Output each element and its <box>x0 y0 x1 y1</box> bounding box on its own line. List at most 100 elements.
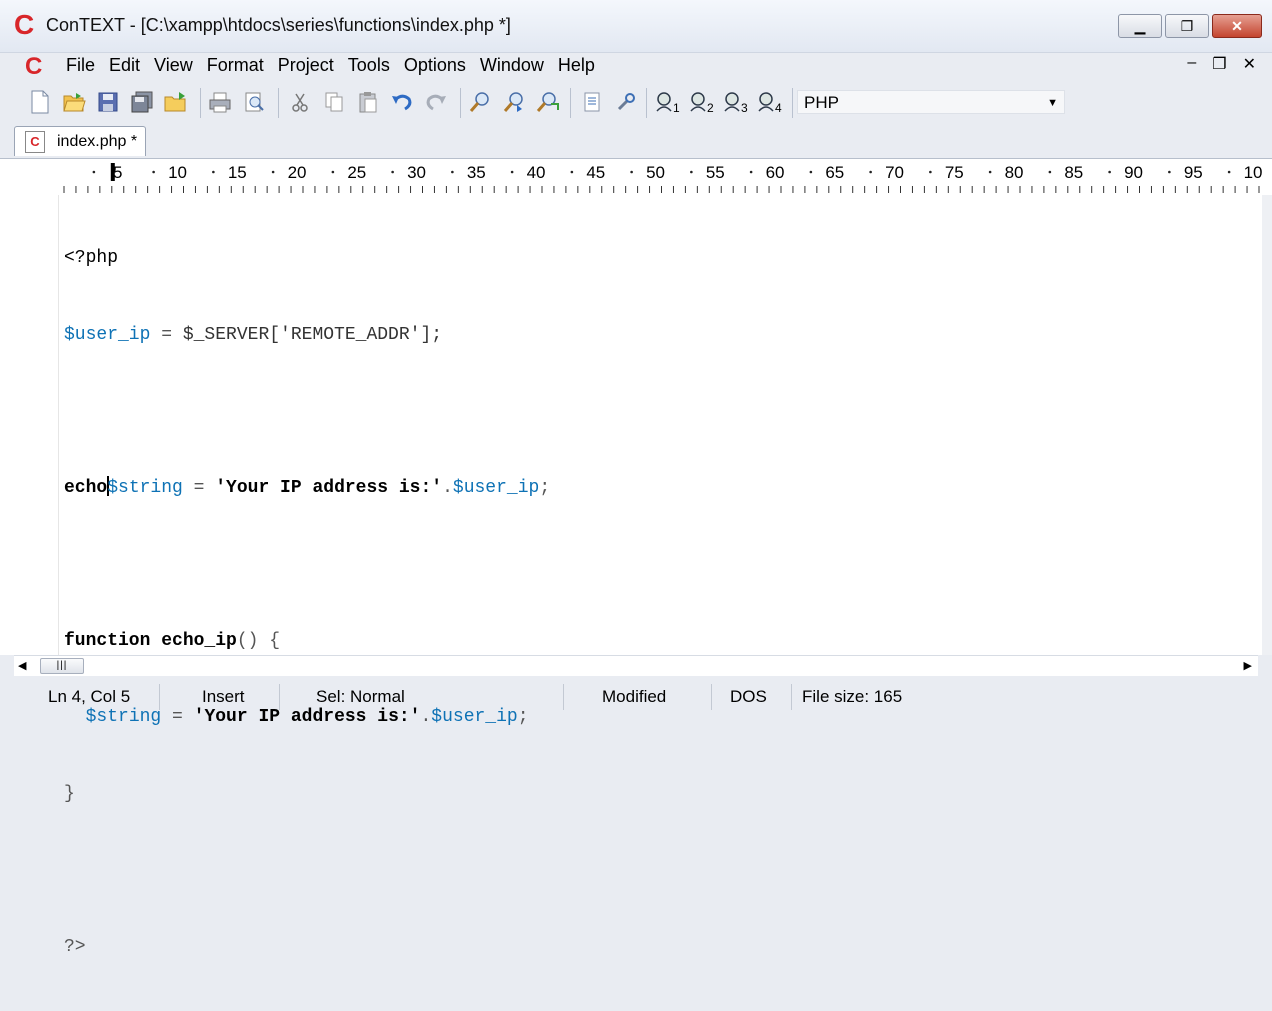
app-logo-icon: C <box>14 9 35 40</box>
ruler-dot <box>988 170 992 174</box>
ruler-dot <box>451 170 454 174</box>
menu-view[interactable]: View <box>147 54 200 76</box>
ruler-label: 40 <box>527 163 546 182</box>
status-line-endings[interactable]: DOS <box>712 684 792 710</box>
mdi-minimize-button[interactable]: – <box>1187 54 1196 74</box>
title-bar: C ConTEXT - [C:\xampp\htdocs\series\func… <box>0 0 1272 53</box>
new-file-icon[interactable] <box>26 88 54 116</box>
document-logo-icon[interactable]: C <box>25 53 42 81</box>
print-icon[interactable] <box>206 88 234 116</box>
save-icon[interactable] <box>94 88 122 116</box>
status-insert-mode[interactable]: Insert <box>160 684 280 710</box>
chevron-down-icon: ▼ <box>1047 97 1058 109</box>
php-file-icon: C <box>25 131 45 153</box>
maximize-icon: ❐ <box>1180 17 1194 34</box>
file-tool-group <box>26 88 190 116</box>
minimize-button[interactable]: ▁ <box>1118 14 1162 38</box>
menu-file[interactable]: File <box>59 54 102 76</box>
svg-text:2: 2 <box>707 101 714 114</box>
menu-window[interactable]: Window <box>473 54 551 76</box>
svg-text:1: 1 <box>673 101 680 114</box>
code-line-1: <?php <box>64 248 119 268</box>
code-line-2: $user_ip = $_SERVER['REMOTE_ADDR']; <box>64 324 443 345</box>
open-folder-alt-icon[interactable] <box>162 88 190 116</box>
replace-icon[interactable] <box>534 88 562 116</box>
tab-label: index.php * <box>57 133 138 150</box>
user-exec-4-icon[interactable]: 4 <box>756 88 784 116</box>
ruler-dot <box>809 170 813 174</box>
ruler-dot <box>212 170 215 174</box>
user-exec-tool-group: 1 2 3 4 <box>654 88 784 116</box>
scroll-left-icon[interactable]: ◀ <box>18 659 26 672</box>
scroll-right-icon[interactable]: ▶ <box>1244 659 1252 672</box>
open-folder-icon[interactable] <box>60 88 88 116</box>
ruler-dot <box>630 170 633 174</box>
ruler-dot <box>1227 170 1231 174</box>
ruler-dot <box>1168 170 1171 174</box>
window-title: ConTEXT - [C:\xampp\htdocs\series\functi… <box>46 15 511 35</box>
horizontal-scrollbar[interactable]: ◀ ||| ▶ <box>14 655 1258 676</box>
find-icon[interactable] <box>466 88 494 116</box>
ruler-label: 75 <box>945 163 964 182</box>
menu-project[interactable]: Project <box>271 54 341 76</box>
mdi-close-button[interactable]: ✕ <box>1243 54 1256 74</box>
save-all-icon[interactable] <box>128 88 156 116</box>
tab-index-php[interactable]: C index.php * <box>14 126 146 156</box>
user-exec-1-icon[interactable]: 1 <box>654 88 682 116</box>
menu-options[interactable]: Options <box>397 54 473 76</box>
menu-help[interactable]: Help <box>551 54 602 76</box>
find-next-icon[interactable] <box>500 88 528 116</box>
svg-text:3: 3 <box>741 101 748 114</box>
ruler-label: 90 <box>1124 163 1143 182</box>
vertical-scroll-area[interactable] <box>1262 195 1272 655</box>
redo-icon[interactable] <box>422 88 450 116</box>
ruler-dot <box>690 170 693 174</box>
print-tool-group <box>206 88 268 116</box>
toolbar-separator <box>278 88 279 118</box>
copy-icon[interactable] <box>320 88 348 116</box>
code-editor[interactable]: <?php $user_ip = $_SERVER['REMOTE_ADDR']… <box>0 195 1262 957</box>
code-line-6: function echo_ip() { <box>64 630 281 651</box>
maximize-button[interactable]: ❐ <box>1165 14 1209 38</box>
ruler-label: 50 <box>646 163 665 182</box>
ruler-dot <box>152 170 155 174</box>
tab-strip: C index.php * <box>0 124 1272 158</box>
undo-icon[interactable] <box>388 88 416 116</box>
window-controls: ▁ ❐ ✕ <box>1118 14 1262 38</box>
mdi-restore-button[interactable]: ❐ <box>1212 54 1226 74</box>
ruler-dot <box>271 170 275 174</box>
cut-icon[interactable] <box>286 88 314 116</box>
toolbar-separator <box>570 88 571 118</box>
language-value: PHP <box>804 93 839 112</box>
ruler-label: 30 <box>407 163 426 182</box>
mdi-controls: – ❐ ✕ <box>1187 54 1256 74</box>
column-ruler: 5 10 15 20 25 30 35 40 45 50 55 60 65 70 75 80 85 90 95 10 <box>0 158 1272 196</box>
menu-bar: C File Edit View Format Project Tools Op… <box>0 52 1272 81</box>
ruler-graphic: 5 10 15 20 25 30 35 40 45 50 55 60 65 70 75 80 85 90 95 10 <box>63 163 1262 193</box>
code-text[interactable]: <?php $user_ip = $_SERVER['REMOTE_ADDR']… <box>64 195 550 1011</box>
tools-icon[interactable] <box>612 88 640 116</box>
toolbar-separator <box>200 88 201 118</box>
close-button[interactable]: ✕ <box>1212 14 1262 38</box>
status-modified: Modified <box>564 684 712 710</box>
ruler-label: 15 <box>228 163 247 182</box>
language-select[interactable]: PHP ▼ <box>797 90 1065 114</box>
ruler-label: 55 <box>706 163 725 182</box>
ruler-dot <box>929 170 932 174</box>
menu-format[interactable]: Format <box>200 54 271 76</box>
toolbar-separator <box>792 88 793 118</box>
print-preview-icon[interactable] <box>240 88 268 116</box>
paste-icon[interactable] <box>354 88 382 116</box>
status-selection-mode[interactable]: Sel: Normal <box>280 684 564 710</box>
menu-tools[interactable]: Tools <box>341 54 397 76</box>
user-exec-2-icon[interactable]: 2 <box>688 88 716 116</box>
scroll-thumb[interactable]: ||| <box>40 658 84 674</box>
user-exec-3-icon[interactable]: 3 <box>722 88 750 116</box>
ruler-dot <box>1108 170 1111 174</box>
options-icon[interactable] <box>578 88 606 116</box>
ruler-label: 35 <box>467 163 486 182</box>
menu-edit[interactable]: Edit <box>102 54 147 76</box>
